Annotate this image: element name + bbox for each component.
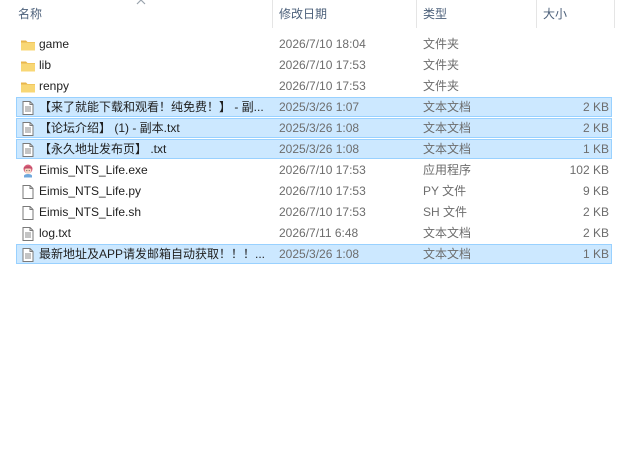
file-modified-date: 2026/7/10 17:53 <box>279 163 366 177</box>
file-row[interactable]: 最新地址及APP请发邮箱自动获取！！！... 2025/3/26 1:08 文本文档… <box>16 244 612 264</box>
file-modified-date: 2026/7/10 17:53 <box>279 79 366 93</box>
file-size: 2 KB <box>582 205 609 219</box>
text-document-icon <box>20 247 36 263</box>
file-size <box>537 56 609 76</box>
text-document-icon <box>20 142 36 158</box>
application-icon <box>20 163 36 179</box>
file-size: 9 KB <box>582 184 609 198</box>
file-type: 文本文档 <box>423 100 472 114</box>
column-header-bar: 名称 修改日期 类型 大小 <box>0 0 617 28</box>
blank-file-icon <box>20 184 36 200</box>
file-modified-date: 2026/7/10 17:53 <box>279 184 366 198</box>
file-modified-date: 2026/7/10 17:53 <box>279 58 366 72</box>
file-type: 应用程序 <box>423 163 472 177</box>
text-document-icon <box>20 100 36 116</box>
file-name: 最新地址及APP请发邮箱自动获取！！！... <box>39 247 266 261</box>
file-type: 文本文档 <box>423 142 472 156</box>
file-type: PY 文件 <box>423 184 467 198</box>
file-name: Eimis_NTS_Life.sh <box>39 205 142 219</box>
file-type: SH 文件 <box>423 205 468 219</box>
file-row[interactable]: 【永久地址发布页】 .txt 2025/3/26 1:08 文本文档 1 KB <box>16 139 612 159</box>
file-modified-date: 2026/7/10 18:04 <box>279 37 366 51</box>
file-row[interactable]: Eimis_NTS_Life.exe 2026/7/10 17:53 应用程序 102… <box>16 160 612 180</box>
file-size <box>537 77 609 97</box>
file-modified-date: 2025/3/26 1:07 <box>279 100 360 114</box>
file-row[interactable]: 【来了就能下载和观看！纯免费！】 - 副... 2025/3/26 1:07 文本文… <box>16 97 612 117</box>
file-modified-date: 2025/3/26 1:08 <box>279 121 360 135</box>
file-type: 文本文档 <box>423 121 472 135</box>
file-modified-date: 2026/7/10 17:53 <box>279 205 366 219</box>
file-size: 1 KB <box>582 247 609 261</box>
file-size <box>537 35 609 55</box>
file-row[interactable]: lib 2026/7/10 17:53 文件夹 <box>16 55 612 75</box>
file-name: log.txt <box>39 226 72 240</box>
column-header-date[interactable]: 修改日期 <box>273 0 415 28</box>
file-row[interactable]: Eimis_NTS_Life.py 2026/7/10 17:53 PY 文件 9 K… <box>16 181 612 201</box>
file-modified-date: 2025/3/26 1:08 <box>279 142 360 156</box>
file-type: 文件夹 <box>423 79 460 93</box>
file-size: 2 KB <box>582 226 609 240</box>
text-document-icon <box>20 226 36 242</box>
file-name: 【论坛介绍】 (1) - 副本.txt <box>39 121 180 135</box>
file-row[interactable]: Eimis_NTS_Life.sh 2026/7/10 17:53 SH 文件 2 K… <box>16 202 612 222</box>
file-row[interactable]: renpy 2026/7/10 17:53 文件夹 <box>16 76 612 96</box>
file-type: 文件夹 <box>423 58 460 72</box>
column-header-type[interactable]: 类型 <box>417 0 535 28</box>
file-explorer: 名称 修改日期 类型 大小 game 2026/7/10 18:04 文件夹 lib 2… <box>0 0 617 468</box>
file-row[interactable]: log.txt 2026/7/11 6:48 文本文档 2 KB <box>16 223 612 243</box>
file-name: Eimis_NTS_Life.exe <box>39 163 148 177</box>
file-size: 1 KB <box>582 142 609 156</box>
text-document-icon <box>20 121 36 137</box>
file-name: lib <box>39 58 52 72</box>
file-row[interactable]: 【论坛介绍】 (1) - 副本.txt 2025/3/26 1:08 文本文档 2 K… <box>16 118 612 138</box>
file-name: game <box>39 37 70 51</box>
file-type: 文件夹 <box>423 37 460 51</box>
column-header-size[interactable]: 大小 <box>537 0 613 28</box>
file-name: 【永久地址发布页】 .txt <box>39 142 167 156</box>
folder-icon <box>20 58 36 74</box>
file-name: renpy <box>39 79 70 93</box>
blank-file-icon <box>20 205 36 221</box>
file-name: 【来了就能下载和观看！纯免费！】 - 副... <box>39 100 264 114</box>
file-size: 2 KB <box>582 100 609 114</box>
column-header-name[interactable]: 名称 <box>12 0 270 28</box>
file-name: Eimis_NTS_Life.py <box>39 184 142 198</box>
file-modified-date: 2025/3/26 1:08 <box>279 247 360 261</box>
file-size: 2 KB <box>582 121 609 135</box>
file-modified-date: 2026/7/11 6:48 <box>279 226 359 240</box>
folder-icon <box>20 79 36 95</box>
file-type: 文本文档 <box>423 226 472 240</box>
file-size: 102 KB <box>569 163 609 177</box>
file-row[interactable]: game 2026/7/10 18:04 文件夹 <box>16 34 612 54</box>
column-divider[interactable] <box>614 0 615 28</box>
file-type: 文本文档 <box>423 247 472 261</box>
folder-icon <box>20 37 36 53</box>
